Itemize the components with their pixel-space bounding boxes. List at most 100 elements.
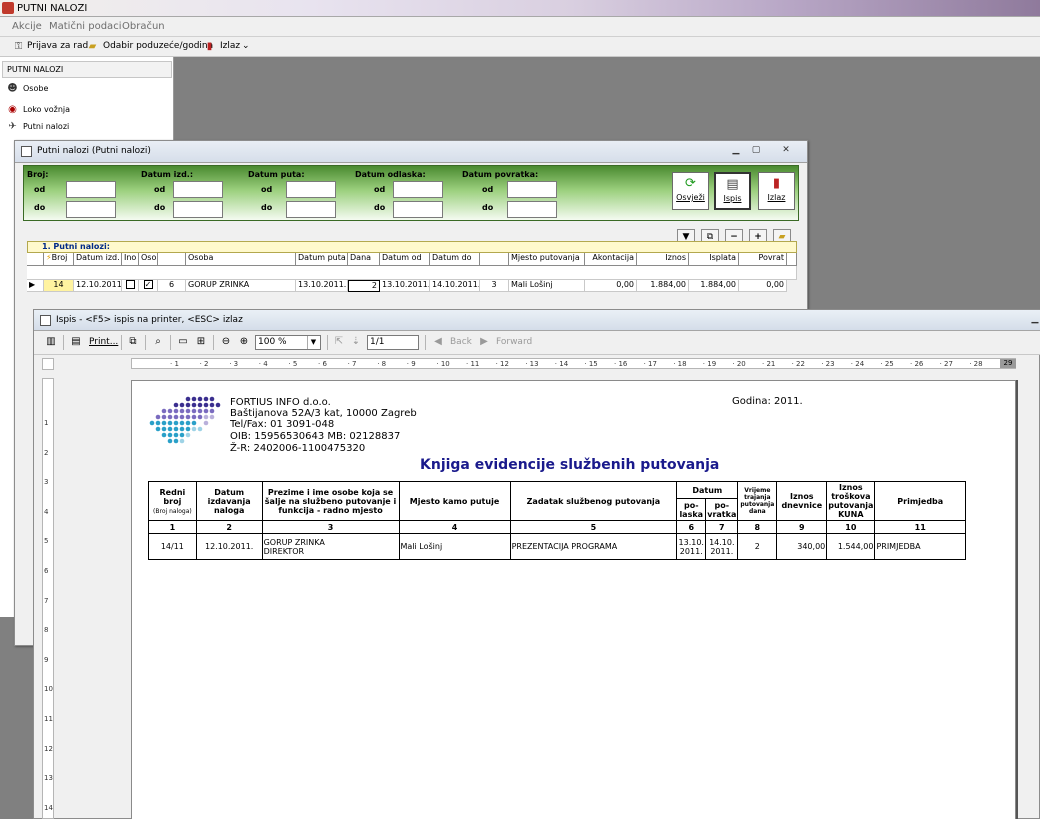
ruler-tick: · 20 (732, 360, 746, 368)
outline-icon[interactable]: ▥ (44, 335, 58, 349)
cell-datum-do[interactable]: 14.10.2011. (430, 280, 480, 292)
print-button[interactable]: Print... (89, 337, 118, 347)
exit-button[interactable]: Izlaz (220, 41, 240, 51)
company-select-button[interactable]: Odabir poduzeće/godina (103, 41, 213, 51)
ruler-tick: · 21 (762, 360, 776, 368)
zoom-in-icon[interactable]: ⊕ (237, 335, 251, 349)
grid-header-mjesto[interactable]: Mjesto putovanja (509, 253, 585, 266)
grid-header-broj[interactable]: ⚡Broj (44, 253, 74, 266)
maximize-icon[interactable]: ▢ (747, 144, 765, 158)
datum-povratka-do-input[interactable] (507, 201, 557, 218)
grid-header-dana[interactable]: Dana (348, 253, 380, 266)
grid-header-osoba[interactable]: Osoba (186, 253, 296, 266)
cell-akontacija[interactable]: 0,00 (585, 280, 637, 292)
sidebar-item-putni-nalozi[interactable]: Putni nalozi (23, 122, 69, 131)
cell-osoba[interactable]: GORUP ZRINKA (186, 280, 296, 292)
grid-header-n3[interactable] (480, 253, 509, 266)
hdr-mjesto: Mjesto kamo putuje (398, 481, 511, 521)
toolbar-separator (425, 335, 426, 350)
ino-checkbox[interactable] (125, 280, 135, 289)
oso-checkbox[interactable]: ✓ (143, 280, 153, 289)
grid-filter-row[interactable] (27, 266, 797, 280)
ruler-tick: · 13 (525, 360, 539, 368)
copy-icon[interactable]: ⧉ (126, 335, 140, 349)
datum-izd-od-input[interactable] (173, 181, 223, 198)
datum-izd-do-input[interactable] (173, 201, 223, 218)
cell-oso[interactable]: ✓ (139, 280, 158, 292)
row-polaska: 13.10. 2011. (676, 533, 707, 560)
datum-odlaska-do-input[interactable] (393, 201, 443, 218)
grid-header-iznos[interactable]: Iznos (637, 253, 689, 266)
grid-header-isplata[interactable]: Isplata (689, 253, 739, 266)
vruler-tick: 7 (44, 596, 49, 605)
grid-header-akontacija[interactable]: Akontacija (585, 253, 637, 266)
grid-header-datum-puta[interactable]: Datum puta (296, 253, 348, 266)
cell-dana[interactable]: 2 (348, 280, 380, 292)
toolbar-overflow-icon[interactable]: ⌄ (242, 41, 250, 51)
cell-povrat[interactable]: 0,00 (739, 280, 787, 292)
forward-arrow-icon[interactable]: ▶ (477, 335, 491, 349)
multi-page-icon[interactable]: ⊞ (194, 335, 208, 349)
ruler-tick: · 18 (673, 360, 687, 368)
print-button[interactable]: ▤ Ispis (714, 172, 751, 210)
cell-datum-puta[interactable]: 13.10.2011. (296, 280, 348, 292)
cell-datum-od[interactable]: 13.10.2011. (380, 280, 430, 292)
ruler-tick: · 7 (347, 360, 357, 368)
filter-panel: Broj: od do Datum izd.: od do Datum puta… (23, 165, 799, 221)
vruler-tick: 2 (44, 448, 49, 457)
row-pointer-icon[interactable]: ▶ (27, 280, 44, 292)
first-page-icon[interactable]: ⇱ (332, 335, 346, 349)
minimize-icon[interactable]: ▁ (727, 144, 745, 158)
refresh-button[interactable]: ⟳ Osvježi (672, 172, 709, 210)
menu-akcije[interactable]: Akcije (12, 21, 42, 32)
back-arrow-icon[interactable]: ◀ (431, 335, 445, 349)
find-binoculars-icon[interactable]: ⌕ (151, 335, 165, 349)
back-button[interactable]: Back (450, 337, 472, 347)
chevron-down-icon[interactable]: ▼ (307, 336, 319, 349)
page-number-input[interactable]: 1/1 (367, 335, 419, 350)
forward-button[interactable]: Forward (496, 337, 532, 347)
sidebar-item-loko-voznja[interactable]: Loko vožnja (23, 105, 70, 114)
grid-header-num[interactable] (158, 253, 186, 266)
printer-icon[interactable]: ▤ (69, 335, 83, 349)
refresh-icon: ⟳ (685, 176, 696, 191)
zoom-out-icon[interactable]: ⊖ (219, 335, 233, 349)
grid-header-datum-od[interactable]: Datum od (380, 253, 430, 266)
single-page-icon[interactable]: ▭ (176, 335, 190, 349)
ruler-tick: · 23 (821, 360, 835, 368)
datum-povratka-od-input[interactable] (507, 181, 557, 198)
cell-datum-izd[interactable]: 12.10.2011. (74, 280, 122, 292)
grid-header-datum-do[interactable]: Datum do (430, 253, 480, 266)
app-icon (2, 2, 14, 14)
ispis-window-titlebar[interactable]: Ispis - <F5> ispis na printer, <ESC> izl… (34, 310, 1040, 331)
close-icon[interactable]: ✕ (777, 144, 795, 158)
broj-od-input[interactable] (66, 181, 116, 198)
grid-header-oso[interactable]: Oso (139, 253, 158, 266)
exit-label: Izlaz (767, 193, 786, 202)
datum-puta-od-input[interactable] (286, 181, 336, 198)
next-page-icon[interactable]: ⇣ (349, 335, 363, 349)
putni-window-titlebar[interactable]: Putni nalozi (Putni nalozi) ▁ ▢ ✕ (15, 141, 807, 163)
broj-do-input[interactable] (66, 201, 116, 218)
datum-odlaska-od-input[interactable] (393, 181, 443, 198)
cell-ino[interactable] (122, 280, 139, 292)
zoom-select[interactable]: 100 % ▼ (255, 335, 321, 350)
grid-header-ino[interactable]: Ino (122, 253, 139, 266)
minimize-icon[interactable]: ▁ (1026, 313, 1040, 327)
row-redni: 14/11 (148, 533, 197, 560)
datum-puta-do-input[interactable] (286, 201, 336, 218)
sidebar-item-osobe[interactable]: Osobe (23, 84, 48, 93)
grid-header-datum-izd[interactable]: Datum izd. (74, 253, 122, 266)
cell-num[interactable]: 6 (158, 280, 186, 292)
cell-mjesto[interactable]: Mali Lošinj (509, 280, 585, 292)
cell-isplata[interactable]: 1.884,00 (689, 280, 739, 292)
col-num: 9 (776, 520, 828, 534)
menu-obracun[interactable]: Obračun (122, 21, 165, 32)
cell-iznos[interactable]: 1.884,00 (637, 280, 689, 292)
cell-broj[interactable]: 14 (44, 280, 74, 292)
login-button[interactable]: Prijava za rad (27, 41, 88, 51)
window-exit-button[interactable]: ▮ Izlaz (758, 172, 795, 210)
menu-maticni-podaci[interactable]: Matični podaci (49, 21, 121, 32)
cell-n3[interactable]: 3 (480, 280, 509, 292)
grid-header-povrat[interactable]: Povrat (739, 253, 787, 266)
